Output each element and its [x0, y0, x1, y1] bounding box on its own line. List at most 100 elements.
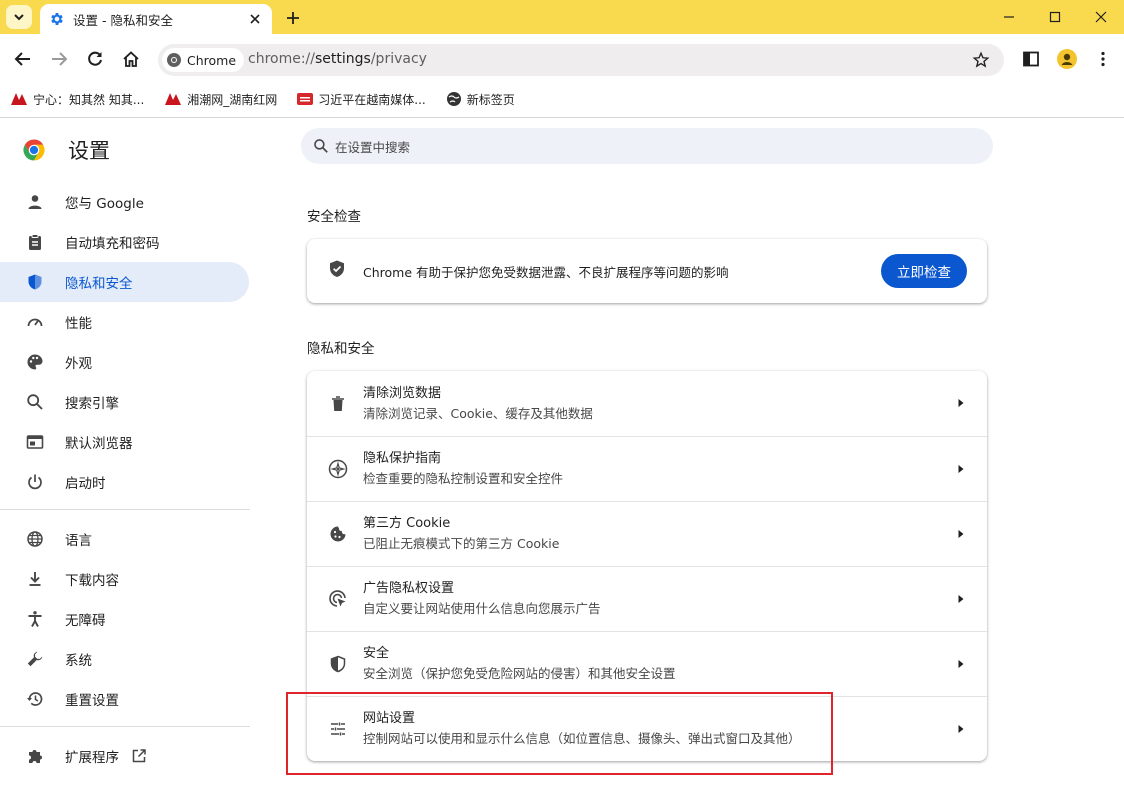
arrow-left-icon [14, 52, 30, 66]
sidebar-item-languages[interactable]: 语言 [0, 519, 249, 559]
accessibility-icon [24, 608, 46, 630]
bookmark-star-icon[interactable] [972, 51, 990, 69]
settings-header: 设置 [22, 135, 110, 165]
row-ad-privacy[interactable]: 广告隐私权设置 自定义要让网站使用什么信息向您展示广告 [307, 566, 987, 631]
more-vert-icon [1101, 51, 1105, 67]
arrow-right-icon [958, 595, 964, 603]
download-icon [24, 568, 46, 590]
section-title-safety-check: 安全检查 [307, 209, 361, 225]
new-tab-button[interactable] [282, 7, 304, 29]
minimize-icon [1004, 16, 1014, 18]
side-panel-button[interactable] [1019, 47, 1043, 71]
sidebar-item-system[interactable]: 系统 [0, 639, 249, 679]
sidebar-item-on-startup[interactable]: 启动时 [0, 462, 249, 502]
arrow-right-icon [958, 660, 964, 668]
power-icon [24, 471, 46, 493]
compass-icon [327, 458, 349, 480]
menu-button[interactable] [1091, 47, 1115, 71]
highlight-annotation-box [286, 692, 833, 775]
safety-check-description: Chrome 有助于保护您免受数据泄露、不良扩展程序等问题的影响 [363, 264, 729, 280]
profile-button[interactable] [1055, 47, 1079, 71]
section-title-privacy: 隐私和安全 [307, 341, 375, 357]
row-title: 隐私保护指南 [363, 451, 442, 466]
sidebar-item-accessibility[interactable]: 无障碍 [0, 599, 249, 639]
minimize-button[interactable] [986, 0, 1032, 34]
sidebar-item-autofill[interactable]: 自动填充和密码 [0, 222, 249, 262]
arrow-right-icon [958, 399, 964, 407]
globe-icon [24, 528, 46, 550]
sidebar-item-extensions[interactable]: 扩展程序 [0, 736, 249, 776]
bookmark-item[interactable]: 新标签页 [446, 91, 515, 108]
maximize-icon [1049, 11, 1061, 23]
row-title: 广告隐私权设置 [363, 581, 455, 596]
row-subtitle: 安全浏览（保护您免受危险网站的侵害）和其他安全设置 [363, 666, 676, 681]
red-logo-icon [11, 93, 27, 105]
person-icon [24, 191, 46, 213]
bookmark-item[interactable]: 习近平在越南媒体... [297, 91, 426, 108]
row-subtitle: 自定义要让网站使用什么信息向您展示广告 [363, 601, 601, 616]
forward-button[interactable] [47, 47, 71, 71]
security-shield-icon [327, 653, 349, 675]
row-title: 安全 [363, 646, 390, 661]
ad-target-icon [327, 588, 349, 610]
row-security[interactable]: 安全 安全浏览（保护您免受危险网站的侵害）和其他安全设置 [307, 631, 987, 696]
close-icon [1095, 11, 1107, 23]
sidebar-item-you-and-google[interactable]: 您与 Google [0, 182, 249, 222]
browser-icon [24, 431, 46, 453]
sidebar-item-search-engine[interactable]: 搜索引擎 [0, 382, 249, 422]
tab-title: 设置 - 隐私和安全 [73, 12, 173, 28]
check-now-button[interactable]: 立即检查 [881, 254, 967, 288]
row-clear-browsing-data[interactable]: 清除浏览数据 清除浏览记录、Cookie、缓存及其他数据 [307, 371, 987, 436]
row-subtitle: 清除浏览记录、Cookie、缓存及其他数据 [363, 405, 593, 421]
arrow-right-icon [52, 52, 68, 66]
sidebar-divider [0, 726, 250, 727]
palette-icon [24, 351, 46, 373]
bookmark-item[interactable]: 宁心：知其然 知其... [10, 91, 144, 108]
toolbar: Chrome chrome://settings/privacy [0, 34, 1124, 84]
url-text[interactable]: chrome://settings/privacy [248, 51, 427, 67]
row-subtitle: 检查重要的隐私控制设置和安全控件 [363, 471, 564, 486]
arrow-right-icon [958, 530, 964, 538]
reload-button[interactable] [83, 47, 107, 71]
sidebar-item-privacy[interactable]: 隐私和安全 [0, 262, 249, 302]
settings-search-input[interactable]: 在设置中搜索 [301, 128, 993, 164]
chrome-logo-icon [23, 139, 45, 161]
active-tab[interactable]: 设置 - 隐私和安全 [40, 4, 272, 34]
safety-check-card: Chrome 有助于保护您免受数据泄露、不良扩展程序等问题的影响 立即检查 [307, 239, 987, 303]
page-title: 设置 [68, 139, 110, 163]
sidebar-item-appearance[interactable]: 外观 [0, 342, 249, 382]
side-panel-icon [1023, 51, 1039, 67]
search-icon [314, 139, 328, 153]
sidebar-item-default-browser[interactable]: 默认浏览器 [0, 422, 249, 462]
close-window-button[interactable] [1078, 0, 1124, 34]
site-chip-label: Chrome [187, 52, 237, 68]
row-privacy-guide[interactable]: 隐私保护指南 检查重要的隐私控制设置和安全控件 [307, 436, 987, 501]
clipboard-icon [24, 231, 46, 253]
home-button[interactable] [119, 47, 143, 71]
row-third-party-cookies[interactable]: 第三方 Cookie 已阻止无痕模式下的第三方 Cookie [307, 501, 987, 566]
sidebar-item-reset[interactable]: 重置设置 [0, 679, 249, 719]
open-in-new-icon [132, 749, 146, 763]
home-icon [123, 51, 139, 67]
sidebar-item-performance[interactable]: 性能 [0, 302, 249, 342]
row-title: 清除浏览数据 [363, 385, 442, 401]
speedometer-icon [24, 311, 46, 333]
tab-search-button[interactable] [6, 5, 32, 29]
site-info-chip[interactable]: Chrome [162, 48, 245, 72]
maximize-button[interactable] [1032, 0, 1078, 34]
puzzle-icon [24, 745, 46, 767]
row-subtitle: 已阻止无痕模式下的第三方 Cookie [363, 536, 560, 551]
arrow-right-icon [958, 465, 964, 473]
settings-sidebar: 设置 您与 Google 自动填充和密码 隐私和安全 性能 外观 搜索引擎 默认… [0, 118, 260, 792]
back-button[interactable] [11, 47, 35, 71]
avatar-icon [1057, 49, 1077, 69]
history-icon [24, 688, 46, 710]
verified-shield-icon [327, 259, 347, 283]
title-bar: 设置 - 隐私和安全 [0, 0, 1124, 34]
news-badge-icon [297, 93, 314, 105]
bookmark-item[interactable]: 湘潮网_湖南红网 [164, 91, 277, 108]
sidebar-item-downloads[interactable]: 下载内容 [0, 559, 249, 599]
address-bar[interactable]: Chrome chrome://settings/privacy [158, 44, 1004, 76]
search-placeholder: 在设置中搜索 [335, 139, 411, 155]
close-tab-icon[interactable] [248, 12, 262, 26]
